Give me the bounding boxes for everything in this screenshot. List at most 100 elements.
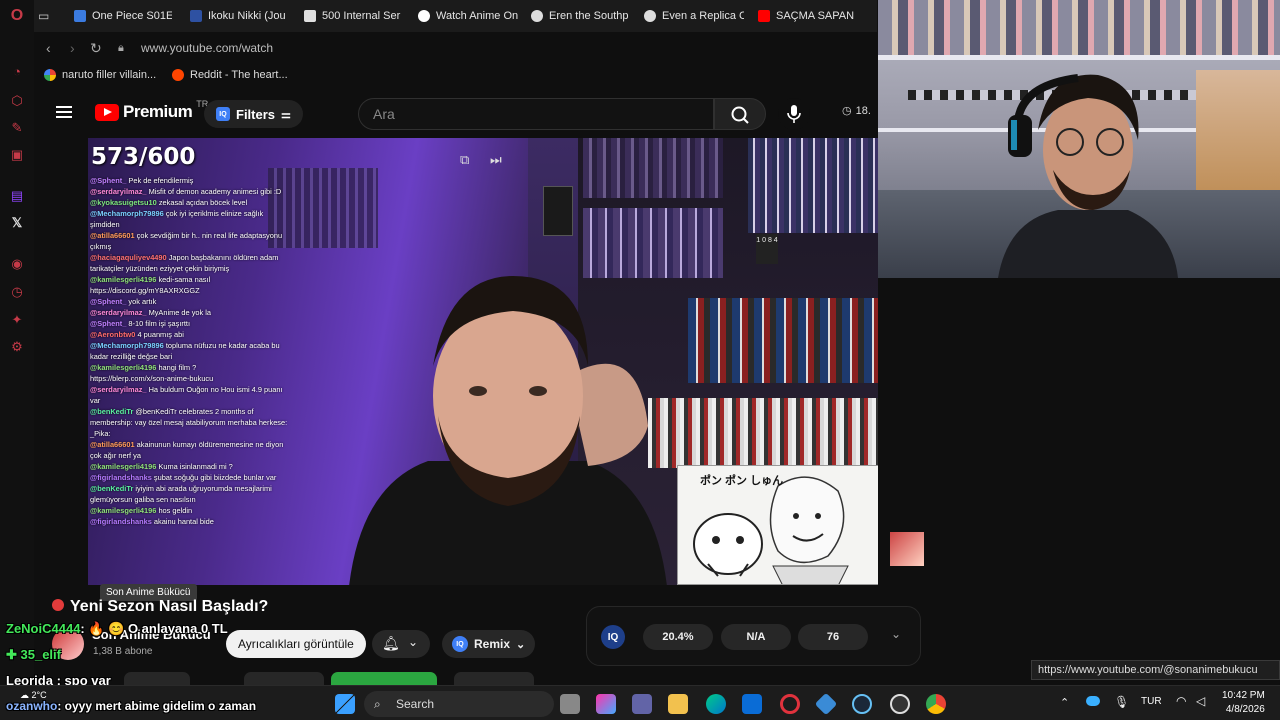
tab-3[interactable]: Watch Anime On: [418, 6, 518, 26]
chrome-icon[interactable]: [926, 694, 946, 714]
reload-icon[interactable]: ↻: [90, 40, 102, 57]
overlay-chat-line-1: ZeNoiC4444: 🔥 😊 O anlayana 0 TL: [6, 621, 228, 637]
clock[interactable]: 10:42 PM 4/8/2026: [1222, 689, 1265, 717]
extensions-icon[interactable]: ✦: [9, 312, 25, 328]
windows-start-icon[interactable]: [335, 694, 355, 714]
bookmark-0[interactable]: naruto filler villain...: [44, 69, 156, 81]
like-button[interactable]: [124, 672, 190, 686]
settings-icon[interactable]: ⚙: [9, 339, 25, 355]
tab-6[interactable]: SAÇMA SAPAN: [758, 6, 858, 26]
chevron-down-icon: ⌄: [408, 635, 419, 649]
chat-message: @Sphent_ yok artık: [90, 296, 290, 307]
twitch-icon[interactable]: ▤: [9, 188, 25, 204]
chat-message: @kamilesgerli4196 hangi film ?: [90, 362, 290, 373]
chat-text: 4 puanmış abi: [137, 330, 184, 339]
chat-username: @benKediTr: [90, 484, 136, 493]
tab-5[interactable]: Even a Replica C: [644, 6, 744, 26]
wifi-icon[interactable]: ◠: [1176, 694, 1186, 708]
save-button[interactable]: [454, 672, 534, 686]
store-icon[interactable]: [742, 694, 762, 714]
next-video-icon[interactable]: ⏭: [490, 152, 510, 170]
miniplayer-icon[interactable]: ⧉: [460, 152, 480, 170]
history-icon[interactable]: ◷: [9, 284, 25, 300]
chat-message: @kyokasuigetsu10 zekasal açıdan böcek le…: [90, 197, 290, 208]
back-icon[interactable]: ‹: [46, 40, 51, 56]
thanks-button[interactable]: [331, 672, 437, 686]
chat-text: Misfit of demon academy animesi gibi :D: [148, 187, 282, 196]
share-button[interactable]: [244, 672, 324, 686]
video-player[interactable]: 1 0 8 4 573/600 ⧉ ⏭ @Sphent_ Pek de efen…: [88, 138, 878, 585]
page-favicon-icon: [304, 10, 316, 22]
chevron-up-icon[interactable]: ⌃: [1060, 696, 1069, 709]
chat-message: @serdaryilmaz_ MyAnime de yok la: [90, 307, 290, 318]
notification-bell-button[interactable]: 🔔︎ ⌄: [372, 630, 430, 658]
opera-taskbar-icon[interactable]: [780, 694, 800, 714]
voice-search-button[interactable]: [778, 98, 810, 130]
taskbar-search[interactable]: ⌕ Search: [364, 691, 554, 717]
bookmark-1[interactable]: Reddit - The heart...: [172, 69, 288, 81]
tab-2[interactable]: 500 Internal Ser: [304, 6, 404, 26]
aria-icon[interactable]: ◔: [9, 64, 25, 80]
chat-message: @atilla66601 akainunun kumayı öldürememe…: [90, 439, 290, 461]
tab-4[interactable]: Eren the Southp: [531, 6, 631, 26]
manga-panel: ポン ポン しゅん: [677, 465, 878, 585]
obs-icon[interactable]: [890, 694, 910, 714]
task-view-icon[interactable]: [560, 694, 580, 714]
chat-username: @Sphent_: [90, 319, 129, 328]
chat-text: Kuma isinlanmadi mi ?: [158, 462, 233, 471]
chat-text: Pek de efendilermiş: [128, 176, 194, 185]
pc-case: [543, 186, 573, 236]
app-icon[interactable]: [814, 692, 838, 716]
x-icon[interactable]: 𝕏: [9, 215, 25, 231]
palette-icon[interactable]: ✎: [9, 120, 25, 136]
file-explorer-icon[interactable]: [668, 694, 688, 714]
remix-button[interactable]: IQ Remix ⌄: [442, 630, 536, 658]
edge-icon[interactable]: [706, 694, 726, 714]
opera-logo-icon[interactable]: O: [9, 8, 25, 24]
wanted-poster: [1196, 70, 1280, 190]
volume-icon[interactable]: ◁: [1196, 694, 1205, 708]
steam-icon[interactable]: [852, 694, 872, 714]
shelf-sign: 1 0 8 4: [756, 234, 778, 264]
chat-text: zekasal açıdan böcek level: [158, 198, 248, 207]
tab-new[interactable]: ▭: [38, 6, 49, 26]
chat-text: yok artık: [128, 297, 157, 306]
tab-0[interactable]: One Piece S01E: [74, 6, 172, 26]
stream-chat-overlay: @Sphent_ Pek de efendilermiş @serdaryilma…: [90, 175, 290, 527]
bookmark-label: Reddit - The heart...: [190, 69, 288, 81]
channel-avatar-thumbnail[interactable]: [890, 532, 924, 566]
messenger-icon[interactable]: ▣: [9, 147, 25, 163]
tab-1[interactable]: Ikoku Nikki (Jou: [190, 6, 290, 26]
lock-icon[interactable]: 🔒︎: [118, 42, 124, 55]
teams-icon[interactable]: [632, 694, 652, 714]
search-input[interactable]: Ara: [358, 98, 714, 130]
clock-date: 4/8/2026: [1225, 704, 1265, 715]
search-button[interactable]: [714, 98, 766, 130]
chat-message: @Sphent_ 8-10 film işi şaşırttı: [90, 318, 290, 329]
player-icon[interactable]: ◉: [9, 256, 25, 272]
search-label: Search: [396, 697, 435, 711]
search-icon: ⌕: [374, 697, 381, 711]
microphone-icon[interactable]: 🎙︎: [1114, 695, 1129, 709]
youtube-logo[interactable]: Premium TR: [95, 99, 208, 122]
cube-icon[interactable]: ⬡: [9, 93, 25, 109]
chat-message: @atilla66601 çok sevdiğim bir h.. nin re…: [90, 230, 290, 252]
language-indicator[interactable]: TUR: [1141, 696, 1162, 707]
video-favicon-icon: [74, 10, 86, 22]
chat-text: https://blerp.com/x/son-anime-bukucu: [90, 374, 214, 383]
chat-message: @Mechamorph79896 çok iyi içeriklmis elin…: [90, 208, 290, 230]
filters-button[interactable]: IQ Filters ⚌: [204, 100, 303, 128]
chevron-down-icon[interactable]: ⌄: [891, 627, 901, 641]
forward-icon[interactable]: ›: [70, 40, 75, 56]
onedrive-icon[interactable]: [1086, 696, 1100, 706]
join-button[interactable]: Ayrıcalıkları görüntüle: [226, 630, 366, 658]
mal-favicon-icon: [190, 10, 202, 22]
chevron-down-icon: ⌄: [516, 638, 526, 651]
hamburger-menu-icon[interactable]: [56, 106, 72, 118]
tab-label: Eren the Southp: [549, 10, 629, 22]
copilot-icon[interactable]: [596, 694, 616, 714]
chat-username: @serdaryilmaz_: [90, 385, 149, 394]
watch-time-indicator[interactable]: ◷ 18.: [842, 104, 871, 118]
url-field[interactable]: www.youtube.com/watch: [141, 41, 273, 55]
google-icon: [44, 69, 56, 81]
